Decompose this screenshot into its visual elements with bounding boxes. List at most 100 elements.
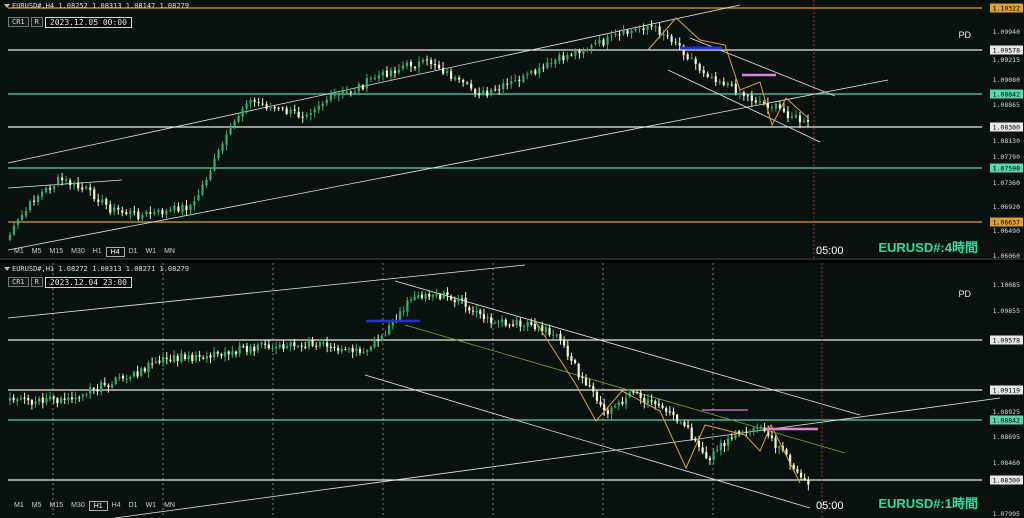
candle-body — [654, 401, 657, 405]
candle-body — [181, 204, 184, 213]
timeframe-m15[interactable]: M15 — [45, 247, 67, 257]
candle-body — [304, 346, 307, 348]
timeframe-w1[interactable]: W1 — [142, 501, 161, 511]
cr1-button[interactable]: CR1 — [8, 17, 29, 27]
timeframe-d1[interactable]: D1 — [125, 501, 142, 511]
collapse-triangle-icon[interactable] — [4, 4, 10, 8]
candle-body — [577, 363, 580, 378]
candle-body — [559, 333, 562, 340]
candle-body — [727, 438, 730, 446]
candle-body — [748, 431, 752, 433]
candle-body — [317, 105, 320, 110]
h4-price-chart[interactable] — [0, 0, 1024, 260]
price-level-box: 1.07590 — [989, 163, 1023, 173]
timeframe-m30[interactable]: M30 — [67, 501, 89, 511]
candle-body — [741, 431, 744, 434]
timeframe-m1[interactable]: M1 — [10, 501, 28, 511]
candle-body — [566, 55, 569, 60]
candle-body — [300, 345, 303, 347]
candle-body — [754, 100, 757, 103]
candle-body — [221, 143, 224, 151]
candle-body — [632, 391, 635, 393]
candle-body — [282, 344, 285, 349]
candle-body — [502, 83, 505, 90]
candle-body — [209, 355, 212, 358]
candle-body — [32, 200, 36, 202]
timeframe-mn[interactable]: MN — [160, 501, 179, 511]
timeframe-m30[interactable]: M30 — [67, 247, 89, 257]
h1-price-chart[interactable] — [0, 263, 1024, 518]
price-level-box: 1.09578 — [989, 45, 1023, 55]
candle-body — [486, 90, 489, 96]
candle-body — [686, 425, 690, 428]
candle-body — [595, 391, 599, 401]
candle-body — [518, 79, 521, 82]
candle-body — [147, 362, 150, 372]
candle-body — [493, 322, 496, 324]
price-tick-label: 1.08460 — [992, 459, 1020, 467]
candle-body — [77, 182, 80, 189]
timeframe-h4[interactable]: H4 — [105, 247, 125, 257]
candle-body — [289, 109, 292, 114]
candle-body — [377, 339, 380, 342]
timeframe-m1[interactable]: M1 — [10, 247, 28, 257]
timeframe-m5[interactable]: M5 — [28, 501, 46, 511]
candle-body — [296, 346, 300, 348]
candle-body — [460, 298, 464, 300]
candle-body — [36, 195, 40, 203]
candle-body — [638, 27, 641, 29]
candle-body — [49, 188, 52, 190]
candle-body — [756, 427, 759, 429]
r-button[interactable]: R — [30, 277, 43, 287]
candle-body — [173, 205, 176, 210]
r-button[interactable]: R — [30, 17, 43, 27]
datetime-field[interactable]: 2023.12.04 23:00 — [44, 277, 132, 288]
candle-body — [570, 54, 573, 56]
h4-chart-pane[interactable]: EURUSD#,H4 1.08252 1.08313 1.08147 1.082… — [0, 0, 1024, 260]
h1-price-axis[interactable]: 1.10085 1.09855 1.08925 1.08695 1.08460 1.079… — [982, 263, 1024, 518]
price-tick-label: 1.08695 — [992, 433, 1020, 441]
candle-body — [353, 91, 356, 93]
candle-body — [712, 450, 715, 460]
timeframe-h1[interactable]: H1 — [88, 501, 108, 511]
candle-body — [413, 296, 416, 300]
candle-body — [694, 438, 697, 441]
candle-body — [618, 34, 621, 36]
candle-body — [450, 71, 453, 79]
candle-body — [189, 204, 192, 210]
candle-body — [373, 77, 377, 80]
candle-body — [61, 177, 64, 181]
candle-body — [413, 66, 417, 69]
candle-body — [34, 401, 37, 405]
timeframe-mn[interactable]: MN — [160, 247, 179, 257]
candle-body — [285, 108, 288, 114]
candle-body — [172, 355, 176, 362]
candle-body — [614, 406, 617, 408]
timeframe-h1[interactable]: H1 — [89, 247, 106, 257]
candle-body — [519, 320, 522, 327]
candle-body — [678, 42, 681, 46]
candle-body — [264, 343, 267, 345]
candle-body — [774, 438, 777, 449]
candle-body — [450, 295, 453, 300]
timeframe-w1[interactable]: W1 — [142, 247, 161, 257]
timeframe-d1[interactable]: D1 — [125, 247, 142, 257]
timeframe-m15[interactable]: M15 — [45, 501, 67, 511]
symbol-label: EURUSD#:4時間 — [878, 240, 978, 255]
candle-body — [237, 115, 240, 122]
datetime-field[interactable]: 2023.12.05 00:00 — [44, 17, 132, 28]
candle-body — [143, 368, 146, 372]
candle-body — [249, 100, 252, 104]
timeframe-h4[interactable]: H4 — [108, 501, 125, 511]
candle-body — [475, 310, 478, 313]
h1-toolbar: CR1 R 2023.12.04 23:00 — [8, 277, 132, 288]
candle-body — [313, 109, 316, 113]
h4-price-axis[interactable]: 1.09940 1.09215 1.09080 1.08865 1.08130 1.077… — [982, 0, 1024, 258]
h4-toolbar: CR1 R 2023.12.05 00:00 — [8, 17, 132, 28]
candle-body — [385, 70, 389, 77]
cr1-button[interactable]: CR1 — [8, 277, 29, 287]
timeframe-m5[interactable]: M5 — [28, 247, 46, 257]
candle-body — [530, 71, 533, 74]
h1-chart-pane[interactable]: EURUSD#,H1 1.08272 1.08313 1.08271 1.082… — [0, 263, 1024, 518]
collapse-triangle-icon[interactable] — [4, 267, 10, 271]
